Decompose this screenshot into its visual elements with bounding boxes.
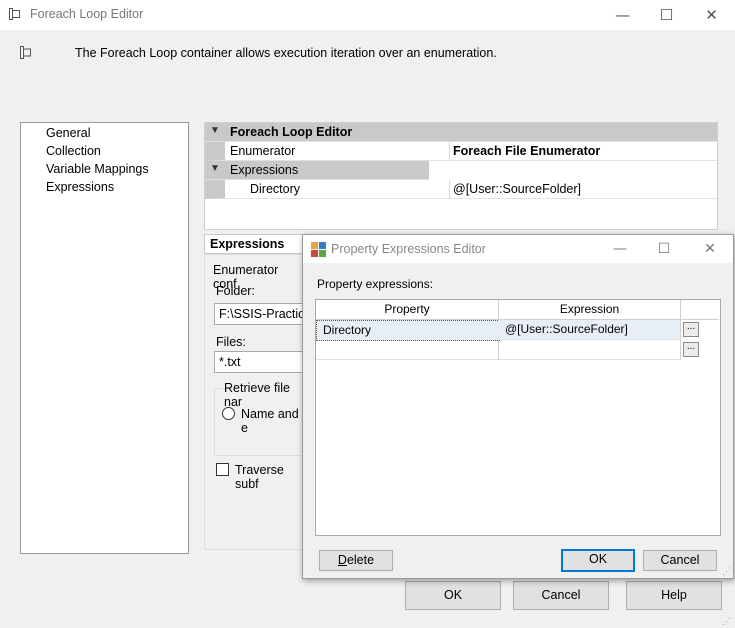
nav-item-collection[interactable]: Collection xyxy=(46,144,101,158)
ellipsis-button[interactable]: ... xyxy=(683,342,699,357)
property-value[interactable]: Foreach File Enumerator xyxy=(453,144,600,158)
name-ext-label: Name and e xyxy=(241,407,299,435)
nav-item-expressions[interactable]: Expressions xyxy=(46,180,114,194)
category-row[interactable]: ▼ Expressions xyxy=(205,161,429,180)
nav-item-general[interactable]: General xyxy=(46,126,90,140)
enumerator-config-group: Enumerator conf Folder: F:\SSIS-Practice… xyxy=(204,254,310,550)
dialog-title: Property Expressions Editor xyxy=(331,242,486,256)
category-label: Foreach Loop Editor xyxy=(230,125,353,139)
category-label: Expressions xyxy=(230,163,299,177)
files-label: Files: xyxy=(216,335,246,349)
window-title: Foreach Loop Editor xyxy=(30,7,144,21)
delete-button[interactable]: Delete xyxy=(319,550,393,571)
dialog-maximize-button[interactable]: ☐ xyxy=(641,235,687,263)
folder-label: Folder: xyxy=(216,284,255,298)
dialog-cancel-button[interactable]: Cancel xyxy=(643,550,717,571)
help-button[interactable]: Help xyxy=(626,581,722,610)
retrieve-label: Retrieve file nar xyxy=(223,381,307,409)
column-header-property[interactable]: Property xyxy=(316,300,499,320)
retrieve-group: Retrieve file nar Name and e xyxy=(214,381,307,456)
dialog-ok-button[interactable]: OK xyxy=(561,549,635,572)
table-row-property[interactable]: Directory xyxy=(316,320,500,341)
traverse-label: Traverse subf xyxy=(235,463,284,491)
resize-grip[interactable]: ⋰ xyxy=(722,566,731,577)
nav-item-variable-mappings[interactable]: Variable Mappings xyxy=(46,162,149,176)
cancel-button[interactable]: Cancel xyxy=(513,581,609,610)
category-row[interactable]: ▼ Foreach Loop Editor xyxy=(205,123,717,142)
property-row[interactable]: Enumerator Foreach File Enumerator xyxy=(205,142,717,161)
property-expressions-table: Property Expression Directory @[User::So… xyxy=(315,299,721,536)
property-expressions-dialog: Property Expressions Editor — ☐ ✕ Proper… xyxy=(302,234,734,579)
table-row-expression[interactable]: @[User::SourceFolder] xyxy=(499,320,681,340)
table-row-empty[interactable] xyxy=(499,340,681,360)
property-expressions-label: Property expressions: xyxy=(317,277,434,291)
property-name: Directory xyxy=(250,182,301,196)
window-title-bar: Foreach Loop Editor — ☐ ✕ xyxy=(0,0,735,30)
expressions-header: Expressions xyxy=(204,234,311,254)
foreach-loop-icon xyxy=(20,46,31,59)
dialog-minimize-button[interactable]: — xyxy=(597,235,643,263)
chevron-down-icon[interactable]: ▼ xyxy=(210,125,220,136)
property-expressions-icon xyxy=(311,242,326,257)
traverse-checkbox[interactable] xyxy=(216,463,229,476)
folder-field[interactable]: F:\SSIS-Practice xyxy=(214,303,310,325)
property-value[interactable]: @[User::SourceFolder] xyxy=(453,182,581,196)
property-row[interactable]: Directory @[User::SourceFolder] xyxy=(205,180,717,199)
close-button[interactable]: ✕ xyxy=(689,0,734,30)
ok-button[interactable]: OK xyxy=(405,581,501,610)
column-header-blank xyxy=(681,300,719,320)
property-grid: ▼ Foreach Loop Editor Enumerator Foreach… xyxy=(204,122,718,230)
name-ext-radio[interactable] xyxy=(222,407,235,420)
navigation-list: General Collection Variable Mappings Exp… xyxy=(20,122,189,554)
files-field[interactable]: *.txt xyxy=(214,351,310,373)
minimize-button[interactable]: — xyxy=(600,0,645,30)
property-name: Enumerator xyxy=(230,144,296,158)
dialog-close-button[interactable]: ✕ xyxy=(687,235,733,263)
foreach-loop-icon xyxy=(9,8,20,20)
ellipsis-button[interactable]: ... xyxy=(683,322,699,337)
table-row-empty[interactable] xyxy=(316,340,499,360)
maximize-button[interactable]: ☐ xyxy=(644,0,689,30)
dialog-title-bar: Property Expressions Editor — ☐ ✕ xyxy=(303,235,733,263)
column-header-expression[interactable]: Expression xyxy=(499,300,681,320)
resize-grip[interactable]: ⋰ xyxy=(722,616,731,627)
description-text: The Foreach Loop container allows execut… xyxy=(75,46,497,60)
chevron-down-icon[interactable]: ▼ xyxy=(210,163,220,174)
